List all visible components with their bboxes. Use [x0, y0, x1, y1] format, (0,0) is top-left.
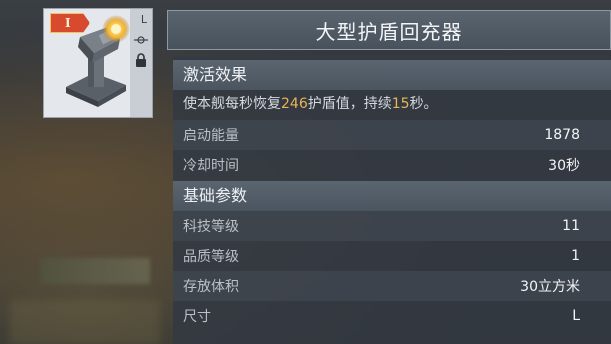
stat-value: 30立方米 [520, 279, 580, 295]
stat-row-size: 尺寸 L [173, 301, 611, 331]
activation-description: 使本舰每秒恢复246护盾值，持续15秒。 [183, 93, 438, 113]
lock-icon [136, 53, 146, 67]
stat-row-activation-energy: 启动能量 1878 [173, 120, 611, 150]
desc-prefix: 使本舰每秒恢复 [183, 96, 281, 112]
activation-section-header: 激活效果 [173, 60, 611, 90]
tier-badge: I [50, 13, 90, 33]
stat-value: 1878 [544, 127, 580, 143]
item-title: 大型护盾回充器 [315, 19, 463, 44]
stat-label: 冷却时间 [183, 158, 239, 174]
stat-value: L [572, 308, 580, 324]
item-icon-card[interactable]: I L [43, 8, 153, 118]
desc-suffix: 秒。 [409, 96, 438, 112]
desc-duration-value: 15 [391, 96, 410, 112]
stat-value: 11 [562, 218, 580, 234]
stat-row-tech-level: 科技等级 11 [173, 211, 611, 241]
stat-row-cooldown: 冷却时间 30秒 [173, 150, 611, 180]
desc-regen-value: 246 [281, 96, 308, 112]
stat-label: 尺寸 [183, 309, 211, 325]
stat-row-storage-volume: 存放体积 30立方米 [173, 271, 611, 301]
desc-middle: 护盾值，持续 [307, 96, 392, 112]
stat-value: 1 [571, 248, 580, 264]
size-letter: L [140, 13, 147, 26]
stat-label: 启动能量 [183, 128, 239, 144]
link-icon [134, 36, 148, 44]
stat-row-quality-level: 品质等级 1 [173, 241, 611, 271]
basic-section-header: 基础参数 [173, 181, 611, 211]
background-sign [40, 258, 150, 284]
background-structure [10, 300, 160, 344]
stat-label: 存放体积 [183, 279, 239, 295]
item-title-bar: 大型护盾回充器 [167, 10, 611, 50]
stat-value: 30秒 [548, 158, 580, 174]
stat-label: 品质等级 [183, 249, 239, 265]
stat-label: 科技等级 [183, 219, 239, 235]
